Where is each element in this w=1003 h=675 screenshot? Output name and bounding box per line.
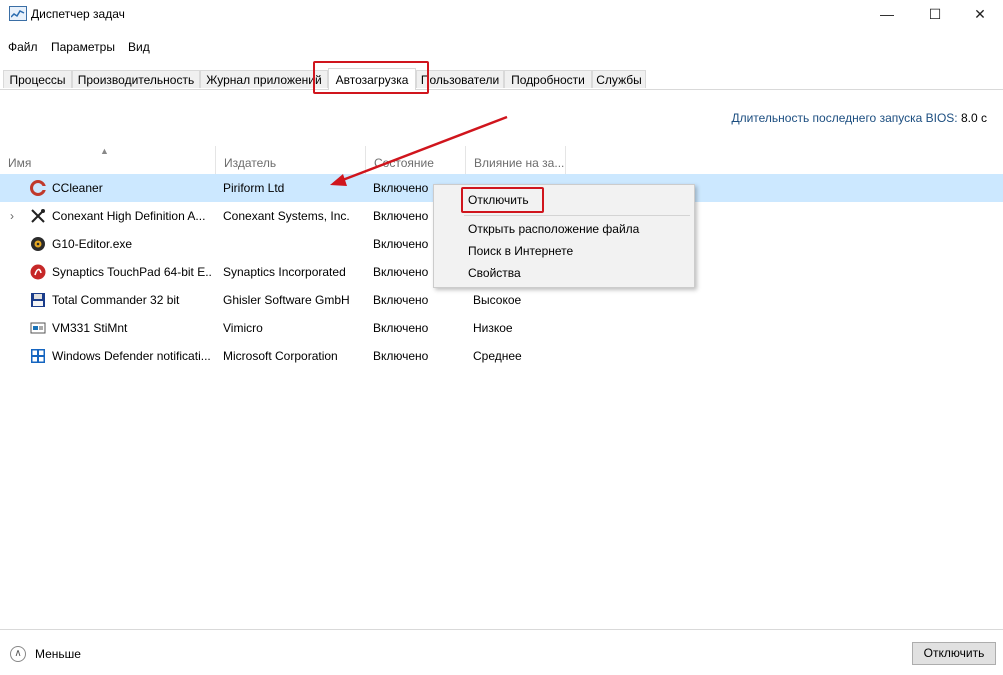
tab-app-history[interactable]: Журнал приложений xyxy=(200,70,328,88)
footer: ∧ Меньше Отключить xyxy=(0,629,1003,675)
close-button[interactable]: ✕ xyxy=(957,0,1003,30)
task-manager-icon xyxy=(9,6,27,21)
row-impact: Низкое xyxy=(473,321,513,335)
tools-icon xyxy=(31,209,45,223)
column-header: Имя Издатель Состояние Влияние на за... xyxy=(0,146,1003,174)
tab-users[interactable]: Пользователи xyxy=(416,70,504,88)
bios-value: 8.0 с xyxy=(960,111,987,125)
table-row[interactable]: Total Commander 32 bit Ghisler Software … xyxy=(0,286,1003,314)
bios-label: Длительность последнего запуска BIOS: xyxy=(731,111,958,125)
row-publisher: Ghisler Software GmbH xyxy=(223,293,350,307)
row-status: Включено xyxy=(373,349,429,363)
row-publisher: Vimicro xyxy=(223,321,263,335)
ctx-separator xyxy=(464,215,690,216)
synaptics-icon xyxy=(30,264,46,280)
row-name: CCleaner xyxy=(52,181,103,195)
disable-highlight xyxy=(461,187,544,213)
row-publisher: Conexant Systems, Inc. xyxy=(223,209,350,223)
row-impact: Среднее xyxy=(473,349,522,363)
row-status: Включено xyxy=(373,321,429,335)
minimize-button[interactable]: — xyxy=(864,0,910,30)
row-publisher xyxy=(223,230,363,258)
row-name: Windows Defender notificati... xyxy=(52,349,211,363)
column-impact[interactable]: Влияние на за... xyxy=(466,146,566,174)
row-publisher: Piriform Ltd xyxy=(223,181,285,195)
menu-view[interactable]: Вид xyxy=(128,40,150,54)
bios-time: Длительность последнего запуска BIOS: 8.… xyxy=(731,111,987,125)
startup-tab-highlight xyxy=(313,61,429,94)
ctx-properties[interactable]: Свойства xyxy=(468,266,521,280)
row-impact: Высокое xyxy=(473,293,522,307)
tab-details[interactable]: Подробности xyxy=(504,70,592,88)
row-name: VM331 StiMnt xyxy=(52,321,128,335)
camera-icon xyxy=(30,322,46,334)
tab-processes[interactable]: Процессы xyxy=(3,70,72,88)
maximize-button[interactable]: ☐ xyxy=(912,0,958,30)
tab-services[interactable]: Службы xyxy=(592,70,646,88)
defender-icon xyxy=(31,349,45,363)
window-title: Диспетчер задач xyxy=(31,7,125,21)
menu-file[interactable]: Файл xyxy=(8,40,38,54)
ccleaner-icon xyxy=(30,180,46,196)
ctx-search-online[interactable]: Поиск в Интернете xyxy=(468,244,573,258)
row-name: Synaptics TouchPad 64-bit E... xyxy=(52,265,212,279)
row-name: Conexant High Definition A... xyxy=(52,209,206,223)
row-name: G10-Editor.exe xyxy=(52,237,133,251)
row-name: Total Commander 32 bit xyxy=(52,293,180,307)
row-publisher: Microsoft Corporation xyxy=(223,349,338,363)
menu-options[interactable]: Параметры xyxy=(51,40,115,54)
fewer-details-link[interactable]: Меньше xyxy=(35,647,81,661)
disable-button[interactable]: Отключить xyxy=(912,642,996,665)
chevron-up-icon[interactable]: ∧ xyxy=(10,646,26,662)
row-status: Включено xyxy=(373,293,429,307)
column-status[interactable]: Состояние xyxy=(366,146,466,174)
title-bar: Диспетчер задач — ☐ ✕ xyxy=(0,0,1003,30)
column-publisher[interactable]: Издатель xyxy=(216,146,366,174)
table-row[interactable]: Windows Defender notificati... Microsoft… xyxy=(0,342,1003,370)
tab-strip: Процессы Производительность Журнал прило… xyxy=(0,68,1003,90)
tab-performance[interactable]: Производительность xyxy=(72,70,200,88)
floppy-icon xyxy=(31,293,45,307)
chevron-right-icon[interactable]: › xyxy=(10,202,14,230)
column-name[interactable]: Имя xyxy=(0,146,216,174)
ctx-open-file-location[interactable]: Открыть расположение файла xyxy=(468,222,639,236)
row-publisher: Synaptics Incorporated xyxy=(223,265,346,279)
table-row[interactable]: VM331 StiMnt Vimicro Включено Низкое xyxy=(0,314,1003,342)
gear-icon xyxy=(31,237,45,251)
